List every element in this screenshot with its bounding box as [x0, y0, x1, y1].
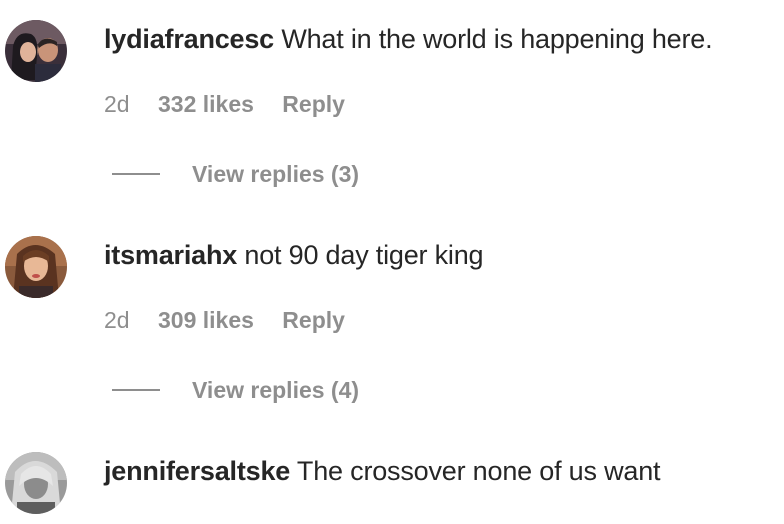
username-link[interactable]: lydiafrancesc — [104, 24, 274, 54]
avatar[interactable] — [5, 20, 67, 82]
replies-divider — [112, 173, 160, 175]
comment-text: itsmariahx not 90 day tiger king — [104, 238, 484, 272]
comment-body: not 90 day tiger king — [244, 240, 484, 270]
avatar[interactable] — [5, 452, 67, 514]
comment-body: What in the world is happening here. — [281, 24, 713, 54]
view-replies-button[interactable]: View replies (4) — [112, 376, 359, 404]
username-link[interactable]: jennifersaltske — [104, 456, 290, 486]
reply-button[interactable]: Reply — [282, 91, 345, 117]
comment-text: jennifersaltske The crossover none of us… — [104, 454, 661, 488]
comment-meta: 2d 332 likes Reply — [104, 90, 345, 118]
view-replies-label: View replies (4) — [192, 377, 360, 403]
reply-button[interactable]: Reply — [282, 307, 345, 333]
view-replies-button[interactable]: View replies (3) — [112, 160, 359, 188]
likes-count[interactable]: 332 likes — [158, 91, 254, 117]
avatar[interactable] — [5, 236, 67, 298]
comment-body: The crossover none of us want — [296, 456, 661, 486]
comment-time[interactable]: 2d — [104, 307, 130, 333]
username-link[interactable]: itsmariahx — [104, 240, 237, 270]
likes-count[interactable]: 309 likes — [158, 307, 254, 333]
comment-text: lydiafrancesc What in the world is happe… — [104, 22, 713, 56]
view-replies-label: View replies (3) — [192, 161, 360, 187]
comments-list: lydiafrancesc What in the world is happe… — [0, 0, 784, 524]
replies-divider — [112, 389, 160, 391]
comment-time[interactable]: 2d — [104, 91, 130, 117]
comment-meta: 2d 309 likes Reply — [104, 306, 345, 334]
